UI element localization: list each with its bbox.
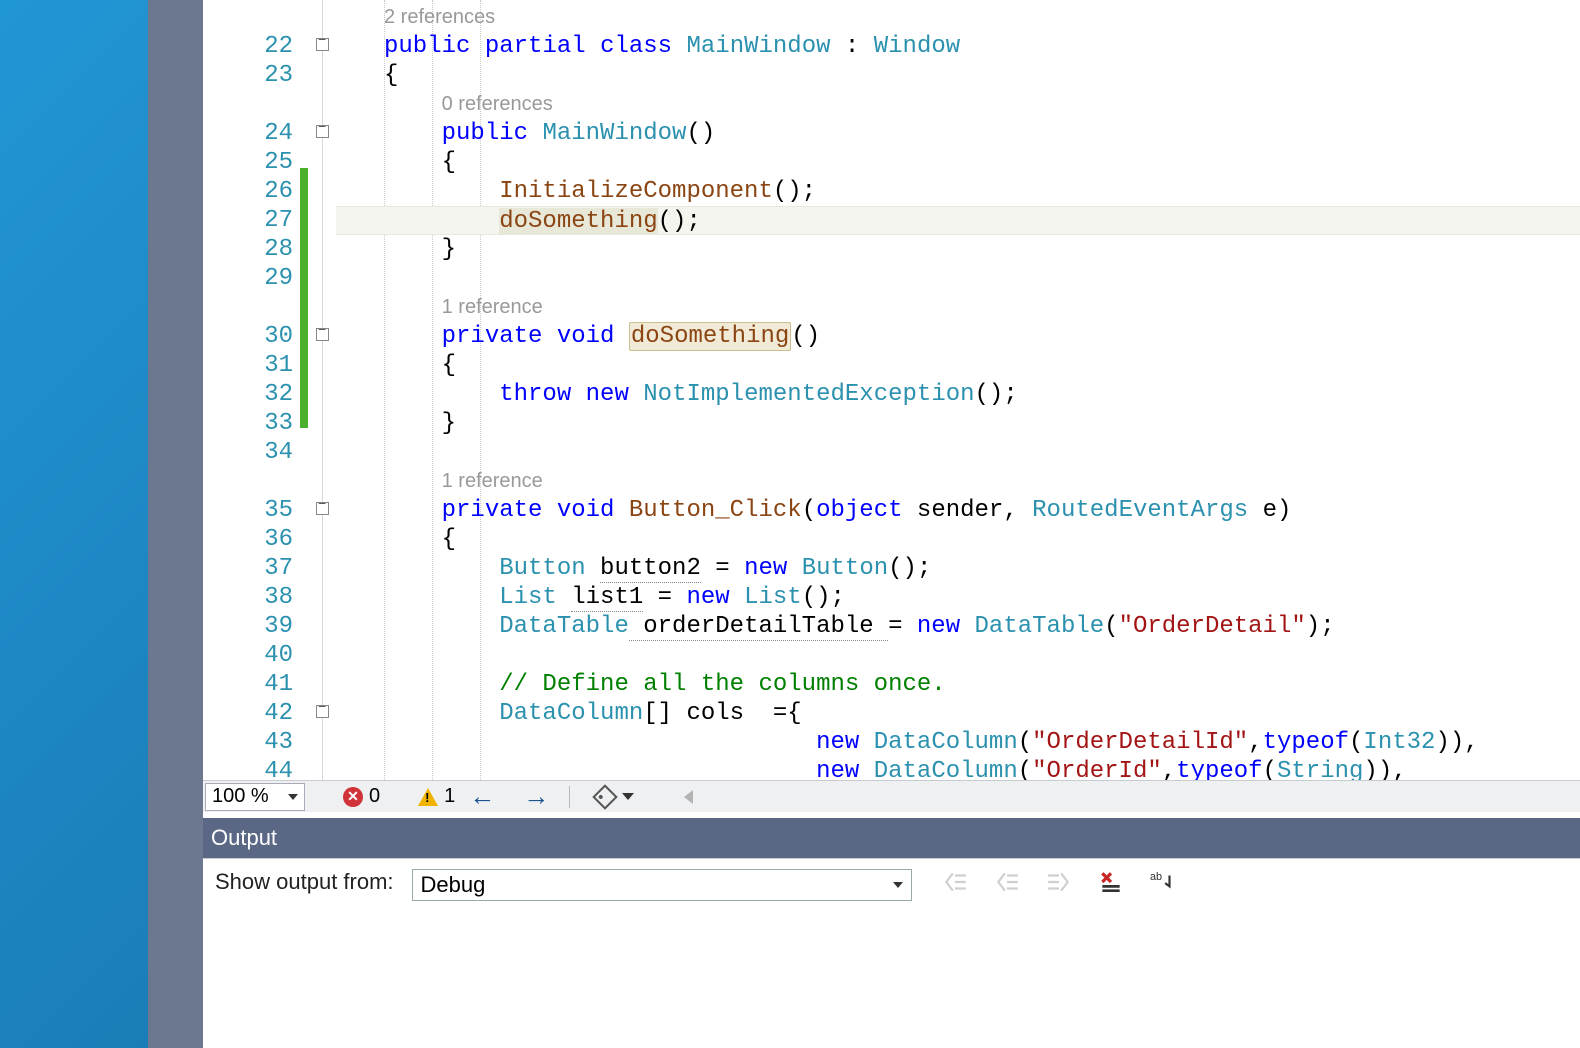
line-number: 36 xyxy=(203,525,308,554)
change-indicator xyxy=(300,168,308,428)
zoom-combo[interactable]: 100 % xyxy=(205,783,305,811)
line-number: 22 xyxy=(203,32,308,61)
svg-text:ab: ab xyxy=(1150,871,1162,883)
indent-right-icon[interactable] xyxy=(1046,869,1072,895)
line-number: 37 xyxy=(203,554,308,583)
line-number: 23 xyxy=(203,61,308,90)
line-number: 33 xyxy=(203,409,308,438)
fold-toggle[interactable] xyxy=(316,502,329,515)
line-number: 32 xyxy=(203,380,308,409)
zoom-value: 100 % xyxy=(212,785,269,808)
clear-all-icon[interactable] xyxy=(1098,869,1124,895)
word-wrap-icon[interactable]: ab xyxy=(1150,869,1176,895)
codelens-references[interactable]: 1 reference xyxy=(442,296,543,318)
chevron-down-icon[interactable] xyxy=(622,793,634,800)
line-number: 24 xyxy=(203,119,308,148)
codelens-references[interactable]: 2 references xyxy=(384,6,495,28)
line-number: 35 xyxy=(203,496,308,525)
codelens-references[interactable]: 1 reference xyxy=(442,470,543,492)
line-number: 29 xyxy=(203,264,308,293)
nav-forward-button[interactable]: → xyxy=(509,781,563,812)
chevron-down-icon xyxy=(893,882,903,888)
line-number: 42 xyxy=(203,699,308,728)
line-number: 27 xyxy=(203,206,308,235)
indent-left-icon[interactable] xyxy=(942,869,968,895)
side-panel-left[interactable] xyxy=(148,0,203,1048)
separator xyxy=(569,786,570,808)
line-number: 31 xyxy=(203,351,308,380)
output-source-combo[interactable]: Debug xyxy=(412,869,912,901)
editor-status-bar: 100 % ✕ 0 1 ← → xyxy=(203,780,1580,812)
scroll-left-icon[interactable] xyxy=(684,790,693,804)
fold-toggle[interactable] xyxy=(316,38,329,51)
line-number: 34 xyxy=(203,438,308,467)
fold-toggle[interactable] xyxy=(316,328,329,341)
line-number: 25 xyxy=(203,148,308,177)
chevron-down-icon xyxy=(288,794,298,800)
code-text-area[interactable]: 2 references public partial class MainWi… xyxy=(336,0,1580,780)
output-toolbar: Show output from: Debug ab xyxy=(203,858,1580,1048)
window-background xyxy=(0,0,148,1048)
error-count[interactable]: ✕ 0 xyxy=(343,785,380,808)
warning-count[interactable]: 1 xyxy=(418,785,455,808)
line-number: 38 xyxy=(203,583,308,612)
output-panel-title[interactable]: Output xyxy=(203,818,1580,858)
fold-toggle[interactable] xyxy=(316,705,329,718)
code-editor[interactable]: 22 23 24 25 26 27 28 29 30 31 32 33 34 3… xyxy=(203,0,1580,780)
fold-column xyxy=(308,0,336,780)
error-icon: ✕ xyxy=(343,787,363,807)
output-source-label: Show output from: xyxy=(203,869,394,895)
line-number: 30 xyxy=(203,322,308,351)
codelens-references[interactable]: 0 references xyxy=(442,93,553,115)
line-number-gutter: 22 23 24 25 26 27 28 29 30 31 32 33 34 3… xyxy=(203,0,308,780)
fold-toggle[interactable] xyxy=(316,125,329,138)
line-number: 39 xyxy=(203,612,308,641)
line-number: 40 xyxy=(203,641,308,670)
line-number: 41 xyxy=(203,670,308,699)
line-number: 43 xyxy=(203,728,308,757)
nav-back-button[interactable]: ← xyxy=(455,781,509,812)
line-number: 28 xyxy=(203,235,308,264)
warning-icon xyxy=(418,788,438,806)
tag-icon[interactable] xyxy=(593,784,618,809)
line-number: 26 xyxy=(203,177,308,206)
indent-left-icon[interactable] xyxy=(994,869,1020,895)
